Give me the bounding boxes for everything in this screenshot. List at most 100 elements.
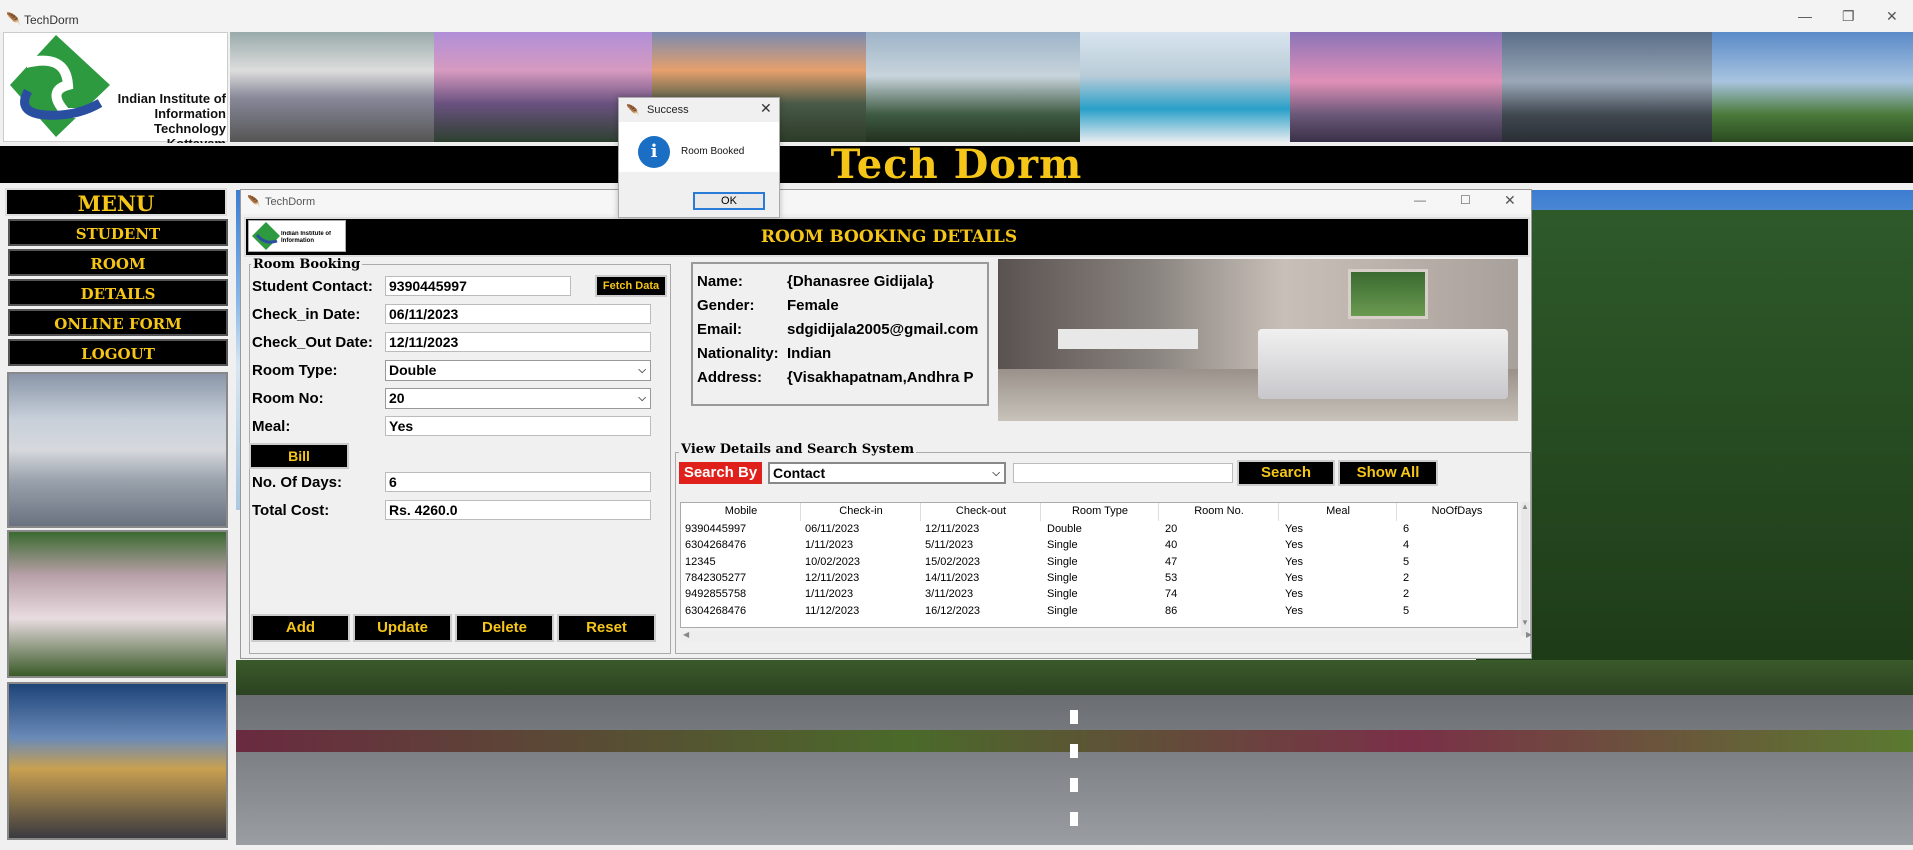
child-close-icon[interactable]: ✕	[1504, 192, 1516, 209]
restore-icon[interactable]: ❐	[1842, 8, 1855, 25]
table-cell: Double	[1047, 523, 1082, 535]
table-cell: 5/11/2023	[925, 539, 974, 552]
total-cost-input[interactable]: Rs. 4260.0	[385, 500, 651, 520]
close-icon[interactable]: ✕	[1886, 8, 1898, 25]
scroll-down-arrow-icon[interactable]: ▼	[1521, 618, 1529, 627]
search-by-value: Contact	[773, 465, 826, 481]
child-minimize-icon[interactable]: —	[1414, 193, 1426, 207]
child-logo-text: Indian Institute of Information Technolo…	[281, 231, 331, 244]
scroll-left-arrow-icon[interactable]: ◀	[683, 630, 689, 639]
menu-item-room[interactable]: ROOM	[8, 249, 228, 276]
campus-photo-8	[1712, 32, 1913, 142]
col-room-type[interactable]: Room Type	[1041, 505, 1159, 517]
reset-button[interactable]: Reset	[557, 614, 656, 642]
booking-header: Indian Institute of Information Technolo…	[244, 217, 1530, 257]
days-label: No. Of Days:	[252, 474, 343, 491]
scroll-right-arrow-icon[interactable]: ▶	[1526, 630, 1532, 639]
table-cell: 5	[1403, 604, 1410, 617]
checkin-date-input[interactable]: 06/11/2023	[385, 304, 651, 324]
bill-button[interactable]: Bill	[249, 443, 349, 469]
search-by-select[interactable]: Contact ⌵	[768, 462, 1006, 484]
campus-photo-1	[230, 32, 434, 142]
col-checkin[interactable]: Check-in	[801, 505, 921, 517]
col-noofdays[interactable]: NoOfDays	[1397, 505, 1517, 517]
app-feather-icon: 🪶	[6, 12, 21, 26]
table-cell: 16/12/2023	[925, 604, 981, 617]
name-label: Name:	[697, 273, 743, 290]
menu-item-online-form[interactable]: ONLINE FORM	[8, 309, 228, 336]
col-mobile[interactable]: Mobile	[681, 505, 801, 517]
search-by-label: Search By	[679, 462, 762, 484]
table-row[interactable]: 6304268476 11/12/2023 16/12/2023 Single 86 Ye…	[681, 605, 1517, 621]
table-cell: 20	[1165, 523, 1178, 535]
search-group-title: View Details and Search System	[679, 442, 917, 457]
table-cell: 2	[1403, 571, 1410, 584]
checkout-date-label: Check_Out Date:	[252, 334, 373, 351]
side-photo-building-3	[7, 682, 228, 840]
table-cell: Single	[1047, 555, 1078, 568]
table-row[interactable]: 6304268476 1/11/2023 5/11/2023 Single 40 Yes 4	[681, 539, 1517, 555]
campus-photo-4	[866, 32, 1080, 142]
scroll-up-arrow-icon[interactable]: ▲	[1521, 502, 1529, 511]
delete-button[interactable]: Delete	[455, 614, 554, 642]
search-input[interactable]	[1013, 463, 1233, 483]
search-button[interactable]: Search	[1237, 460, 1335, 486]
minimize-icon[interactable]: —	[1798, 8, 1812, 24]
menu-item-details[interactable]: DETAILS	[8, 279, 228, 306]
booking-header-title: ROOM BOOKING DETAILS	[760, 227, 1018, 247]
col-checkout[interactable]: Check-out	[921, 505, 1041, 517]
room-photo	[998, 259, 1518, 421]
meal-input[interactable]: Yes	[385, 416, 651, 436]
table-cell: 9492855758	[685, 588, 747, 601]
table-row[interactable]: 9492855758 1/11/2023 3/11/2023 Single 74 Yes 2	[681, 588, 1517, 604]
table-row[interactable]: 7842305277 12/11/2023 14/11/2023 Single 53 Ye…	[681, 572, 1517, 588]
table-cell: 15/02/2023	[925, 555, 981, 568]
table-cell: 12/11/2023	[925, 523, 980, 535]
room-type-value: Double	[389, 362, 437, 378]
table-cell: 4	[1403, 539, 1410, 552]
show-all-button[interactable]: Show All	[1338, 460, 1438, 486]
address-value: {Visakhapatnam,Andhra P	[787, 369, 974, 386]
child-maximize-icon[interactable]: ☐	[1460, 193, 1471, 207]
table-cell: 12345	[685, 555, 716, 568]
menu-heading: MENU	[5, 188, 227, 216]
dialog-title: Success	[647, 104, 689, 116]
side-photo-building-2	[7, 530, 228, 678]
gender-label: Gender:	[697, 297, 755, 314]
chevron-down-icon: ⌵	[992, 468, 1000, 479]
room-no-value: 20	[389, 390, 405, 406]
table-cell: 1/11/2023	[805, 588, 854, 601]
table-cell: 5	[1403, 555, 1410, 568]
student-contact-input[interactable]: 9390445997	[385, 276, 571, 296]
room-no-select[interactable]: 20 ⌵	[385, 388, 651, 409]
table-cell: 86	[1165, 604, 1178, 617]
table-row[interactable]: 9390445997 06/11/2023 12/11/2023 Double 20 Ye…	[681, 523, 1517, 539]
table-row[interactable]: 12345 10/02/2023 15/02/2023 Single 47 Yes 5	[681, 556, 1517, 572]
child-logo: Indian Institute of Information Technolo…	[248, 220, 346, 252]
table-vertical-scrollbar[interactable]	[1521, 502, 1529, 636]
table-cell: Yes	[1285, 523, 1303, 535]
dialog-close-icon[interactable]: ✕	[760, 100, 772, 117]
total-cost-label: Total Cost:	[252, 502, 330, 519]
col-room-no[interactable]: Room No.	[1159, 505, 1279, 517]
checkin-date-label: Check_in Date:	[252, 306, 361, 323]
add-button[interactable]: Add	[251, 614, 350, 642]
menu-item-student[interactable]: STUDENT	[8, 219, 228, 246]
table-horizontal-scrollbar[interactable]	[681, 631, 1521, 641]
days-input[interactable]: 6	[385, 472, 651, 492]
child-titlebar	[241, 190, 1531, 214]
table-cell: Yes	[1285, 539, 1303, 552]
room-no-label: Room No:	[252, 390, 324, 407]
table-cell: 3/11/2023	[925, 588, 974, 601]
dialog-ok-button[interactable]: OK	[693, 192, 765, 210]
main-titlebar	[0, 0, 1913, 32]
table-cell: 6	[1403, 523, 1410, 535]
room-type-select[interactable]: Double ⌵	[385, 360, 651, 381]
menu-item-logout[interactable]: LOGOUT	[8, 339, 228, 366]
col-meal[interactable]: Meal	[1279, 505, 1397, 517]
chevron-down-icon: ⌵	[638, 365, 646, 376]
update-button[interactable]: Update	[353, 614, 452, 642]
fetch-data-button[interactable]: Fetch Data	[595, 275, 667, 297]
checkout-date-input[interactable]: 12/11/2023	[385, 332, 651, 352]
table-cell: 14/11/2023	[925, 571, 980, 584]
